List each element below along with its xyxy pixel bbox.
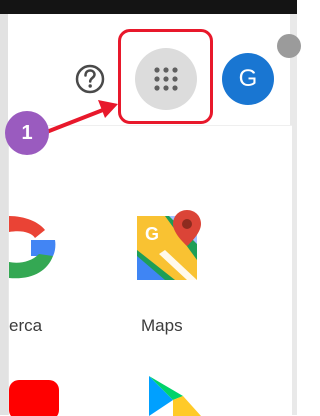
- app-tile-play-store[interactable]: [139, 366, 209, 416]
- help-button[interactable]: [73, 62, 107, 96]
- google-g-icon: [9, 216, 56, 279]
- step-number: 1: [21, 121, 33, 144]
- youtube-icon: [9, 380, 59, 416]
- app-tile-search[interactable]: erca: [9, 206, 69, 346]
- apps-panel: erca G Maps: [8, 125, 292, 416]
- svg-text:G: G: [145, 224, 159, 244]
- highlight-box: [118, 29, 213, 124]
- google-maps-icon: G: [137, 210, 201, 280]
- app-tile-maps[interactable]: G Maps: [127, 206, 209, 346]
- avatar-letter: G: [238, 65, 258, 92]
- app-tile-youtube[interactable]: [9, 366, 69, 416]
- app-label-search: erca: [9, 316, 43, 335]
- help-circle-icon: [75, 64, 105, 94]
- left-edge: [0, 14, 8, 415]
- app-label-maps: Maps: [141, 316, 183, 335]
- account-avatar[interactable]: G: [222, 53, 274, 105]
- close-icon[interactable]: [277, 34, 301, 58]
- top-bar: [0, 0, 297, 14]
- step-badge: 1: [5, 111, 49, 155]
- play-store-icon: [149, 376, 201, 416]
